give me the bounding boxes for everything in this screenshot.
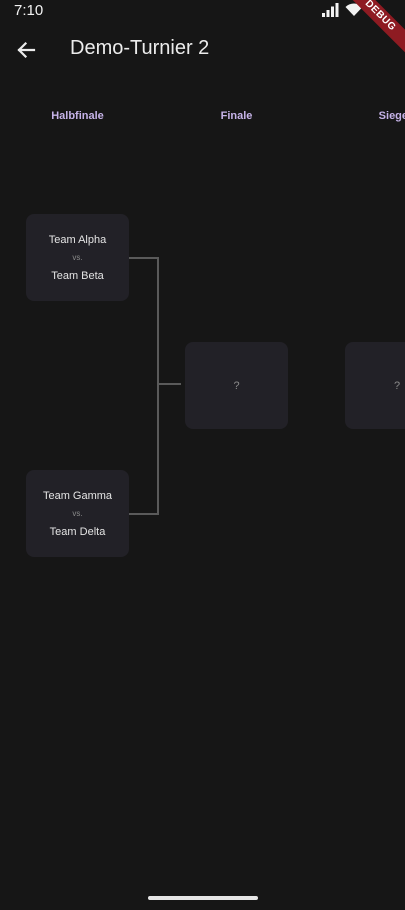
vs-label: vs. (72, 252, 83, 262)
team-name: Team Alpha (48, 233, 107, 246)
round-header-finale: Finale (220, 110, 253, 122)
home-indicator[interactable] (148, 896, 258, 900)
connector-semi-1 (129, 257, 159, 384)
signal-icon (322, 3, 339, 17)
team-name: Team Delta (49, 525, 106, 538)
bracket-connectors (129, 257, 181, 515)
app-bar: Demo-Turnier 2 (0, 28, 405, 72)
match-card-semifinal-2[interactable]: Team Gamma vs. Team Delta (26, 470, 129, 557)
connector-semi-2 (129, 384, 159, 515)
match-card-winner[interactable]: ? (345, 342, 405, 429)
arrow-back-icon (17, 41, 36, 59)
team-name: Team Beta (51, 269, 104, 282)
final-placeholder: ? (233, 379, 240, 392)
back-button[interactable] (10, 34, 42, 66)
match-card-semifinal-1[interactable]: Team Alpha vs. Team Beta (26, 214, 129, 301)
status-time: 7:10 (14, 2, 44, 19)
page-title: Demo-Turnier 2 (70, 37, 210, 59)
round-header-sieger: Sieger (378, 110, 405, 122)
match-card-final[interactable]: ? (185, 342, 288, 429)
vs-label: vs. (72, 508, 83, 518)
round-header-halbfinale: Halbfinale (51, 110, 104, 122)
team-name: Team Gamma (42, 489, 113, 502)
status-bar: 7:10 DEBUG (0, 0, 405, 61)
winner-placeholder: ? (393, 379, 401, 392)
